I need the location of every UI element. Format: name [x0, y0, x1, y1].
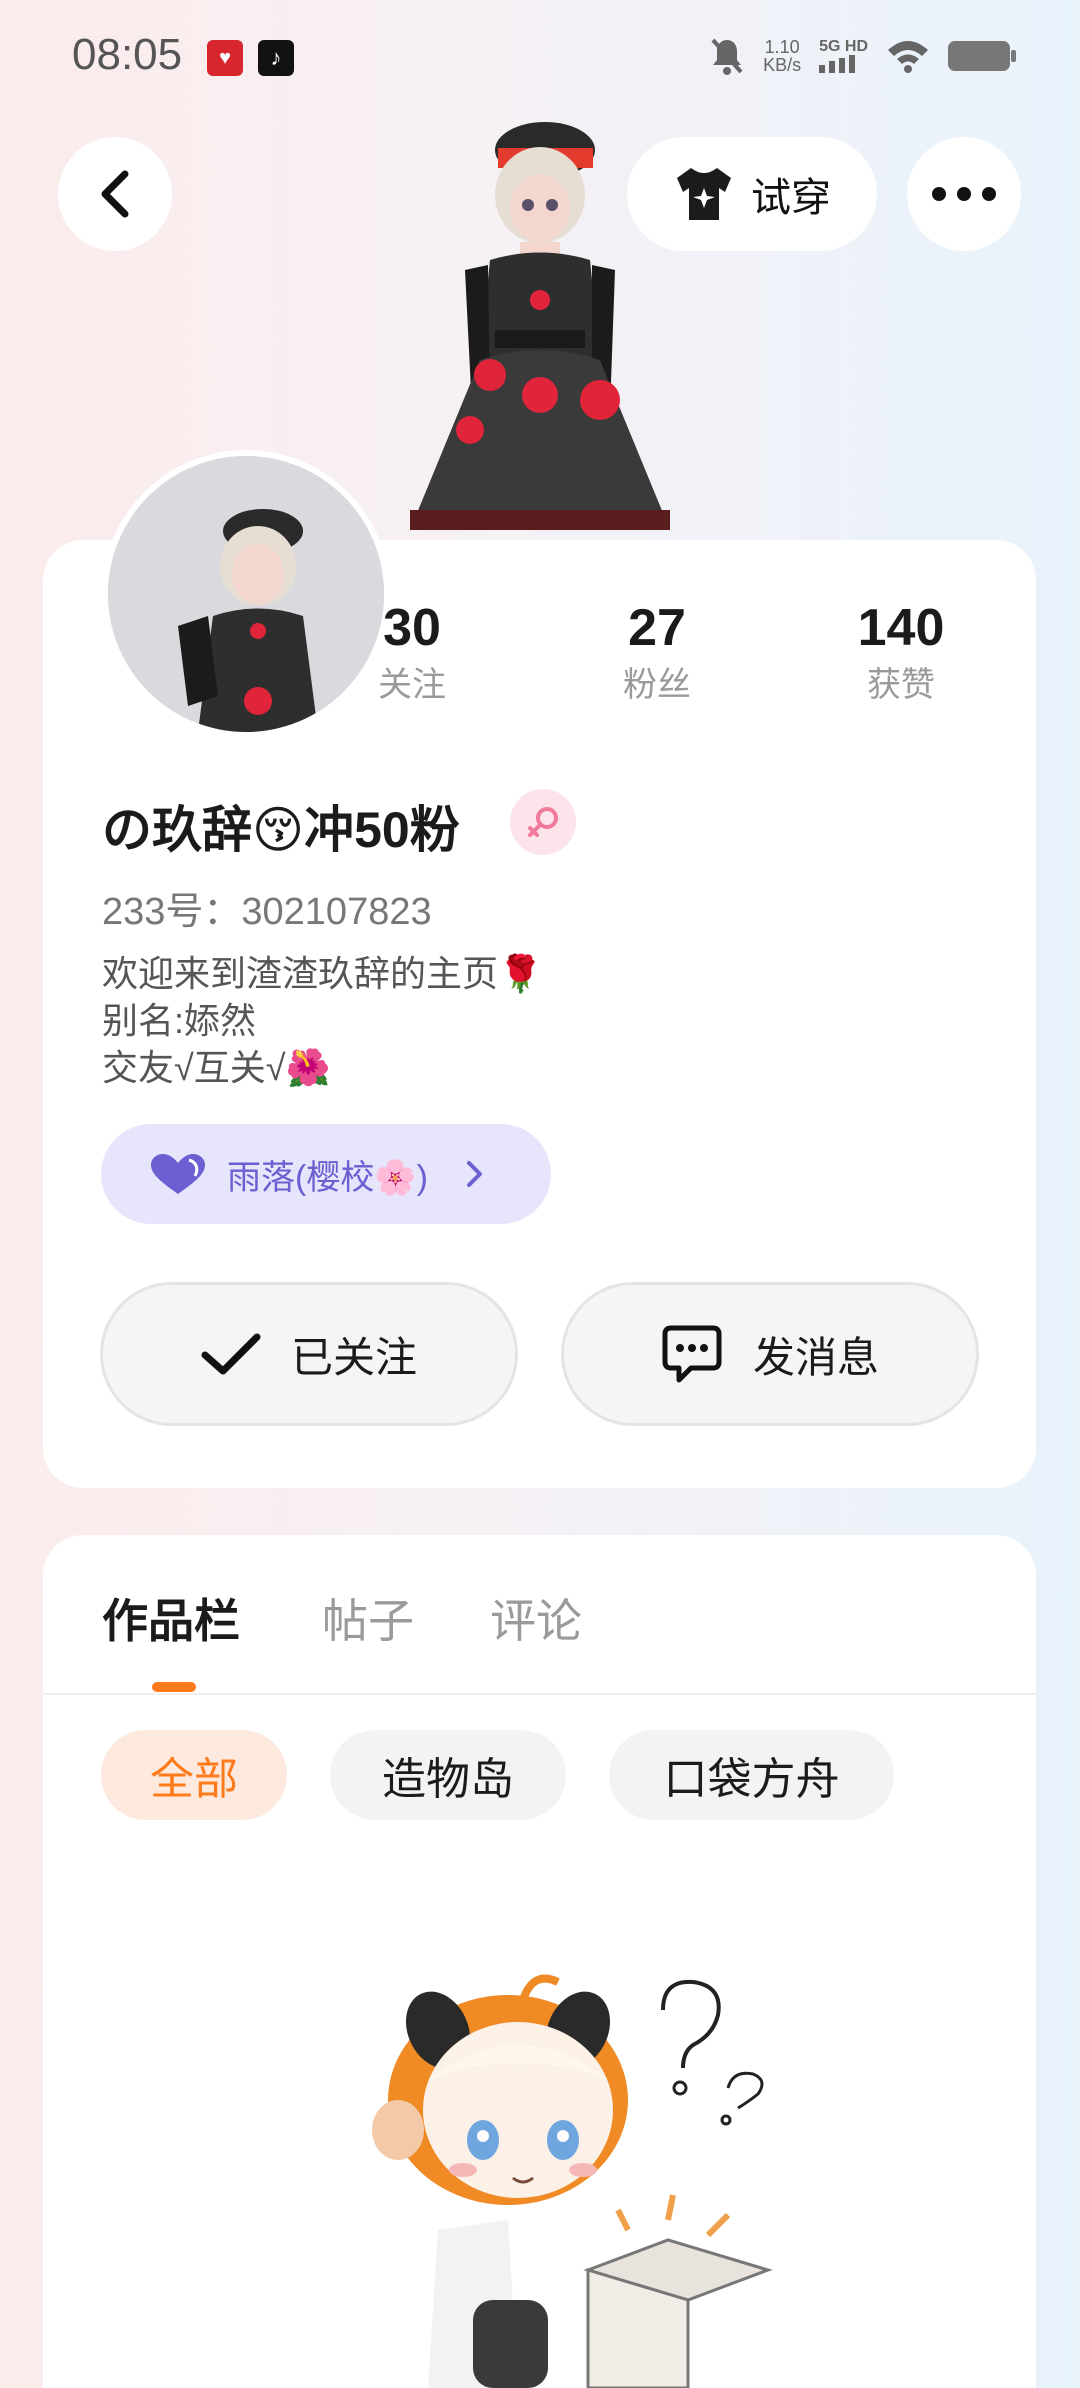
wifi-icon: [888, 41, 928, 73]
nickname: の玖辞😚冲50粉: [102, 802, 460, 858]
following-button[interactable]: 已关注: [100, 1282, 518, 1426]
shirt-icon: [677, 168, 731, 220]
more-button[interactable]: [907, 137, 1021, 251]
cell-signal: 5G HD: [819, 39, 868, 73]
message-label: 发消息: [752, 1333, 879, 1381]
gender-female-icon: [510, 789, 576, 855]
mute-bell-icon: [711, 38, 743, 75]
empty-state-illustration: [372, 1974, 773, 2388]
app-notification-icon: ♥: [207, 40, 243, 76]
tab-indicator: [152, 1682, 196, 1692]
check-icon: [201, 1333, 261, 1375]
status-time: 08:05: [72, 30, 183, 79]
net-speed: 1.10 KB/s: [763, 37, 802, 75]
bio: 欢迎来到渣渣玖辞的主页🌹 别名:婖然 交友√互关√🌺: [102, 950, 543, 1091]
status-indicators: 1.10 KB/s 5G HD: [709, 36, 1016, 76]
following-label: 已关注: [290, 1333, 417, 1381]
battery-icon: [948, 41, 1016, 71]
filter-chip-creation-island[interactable]: 造物岛: [330, 1730, 566, 1820]
tiktok-icon: ♪: [258, 40, 294, 76]
heart-icon: [151, 1154, 205, 1194]
bio-line: 交友√互关√🌺: [102, 1047, 331, 1088]
back-button[interactable]: [58, 137, 172, 251]
tab-divider: [43, 1693, 1036, 1695]
send-message-button[interactable]: 发消息: [561, 1282, 979, 1426]
filter-chip-pocket-ark[interactable]: 口袋方舟: [609, 1730, 894, 1820]
bio-line: 别名:婖然: [102, 1000, 257, 1041]
tab-comments[interactable]: 评论: [490, 1585, 582, 1651]
bio-line: 欢迎来到渣渣玖辞的主页🌹: [102, 953, 543, 994]
message-icon: [662, 1325, 722, 1383]
group-label: 雨落(樱校🌸): [227, 1158, 428, 1197]
filter-chip-all[interactable]: 全部: [101, 1730, 287, 1820]
tab-posts[interactable]: 帖子: [322, 1585, 414, 1651]
more-dots-icon: [932, 187, 996, 201]
chevron-left-icon: [101, 170, 129, 218]
user-id: 233号：302107823: [102, 891, 432, 933]
group-badge-button[interactable]: 雨落(樱校🌸): [101, 1124, 551, 1224]
tab-works[interactable]: 作品栏: [102, 1585, 240, 1651]
signal-bars-icon: [819, 55, 856, 73]
stat-fans[interactable]: 27 粉丝: [557, 595, 757, 709]
chevron-right-icon: [466, 1161, 482, 1187]
stat-likes[interactable]: 140 获赞: [801, 595, 1001, 709]
stat-following[interactable]: 30 关注: [312, 595, 512, 709]
try-on-button[interactable]: 试穿: [627, 137, 877, 251]
try-on-label: 试穿: [751, 176, 831, 220]
female-symbol-icon: [528, 807, 558, 837]
